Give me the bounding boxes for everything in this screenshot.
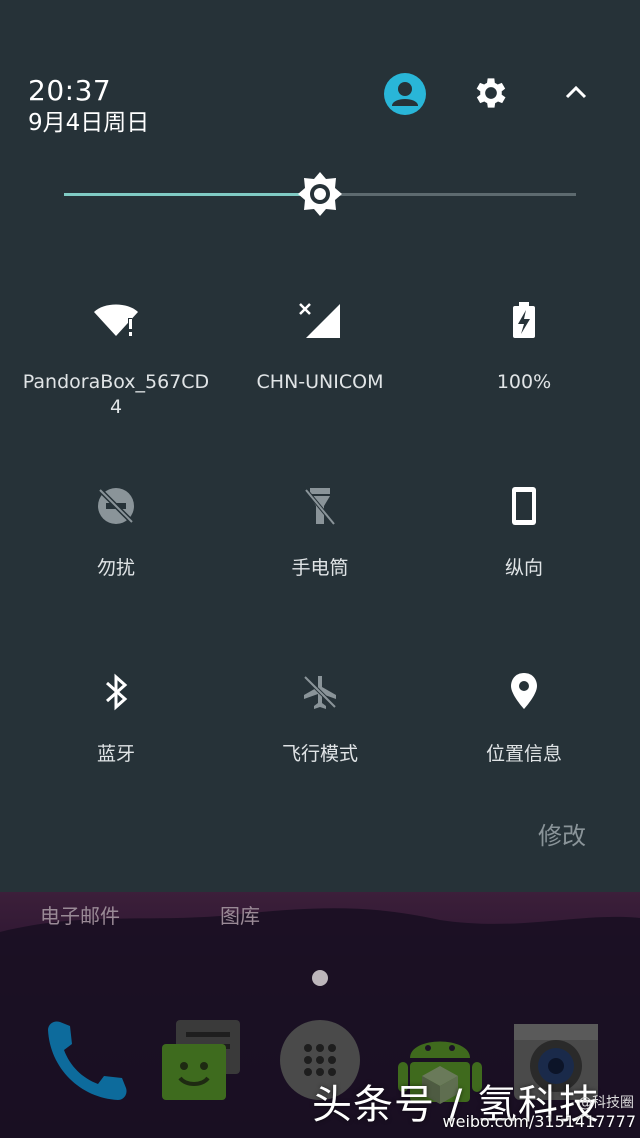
slider-fill: [64, 193, 320, 196]
do-not-disturb-off-icon: [92, 482, 140, 530]
brightness-icon[interactable]: [296, 170, 344, 218]
tile-battery[interactable]: 100%: [422, 296, 626, 456]
phone-icon[interactable]: [40, 1014, 130, 1110]
tile-label: 位置信息: [485, 743, 562, 765]
tile-location[interactable]: 位置信息: [422, 668, 626, 828]
tile-orientation[interactable]: 纵向: [422, 482, 626, 642]
tile-label: 100%: [496, 371, 552, 393]
location-icon: [500, 668, 548, 716]
tile-wifi[interactable]: PandoraBox_567CD4: [14, 296, 218, 456]
clock-date: 9月4日周日: [28, 110, 150, 136]
user-icon[interactable]: [383, 72, 427, 116]
quick-settings-panel: 20:37 9月4日周日 PandoraBox_567CD4 CHN-UNICO…: [0, 0, 640, 892]
battery-charging-icon: [500, 296, 548, 344]
tile-label: 飞行模式: [281, 743, 358, 765]
edit-button[interactable]: 修改: [538, 816, 586, 851]
cellular-signal-icon: [296, 296, 344, 344]
tile-label: 手电筒: [291, 557, 349, 579]
tile-cellular[interactable]: CHN-UNICOM: [218, 296, 422, 456]
page-indicator: [312, 970, 328, 986]
tile-airplane-mode[interactable]: 飞行模式: [218, 668, 422, 828]
shortcut-label-email[interactable]: 电子邮件: [40, 900, 120, 929]
android-screen: 20:37 9月4日周日 PandoraBox_567CD4 CHN-UNICO…: [0, 0, 640, 1138]
brightness-slider[interactable]: [64, 160, 576, 230]
portrait-orientation-icon: [500, 482, 548, 530]
messaging-icon[interactable]: [152, 1014, 242, 1110]
tile-label: 蓝牙: [96, 743, 135, 765]
tile-label: 纵向: [504, 557, 543, 579]
tile-label: 勿扰: [96, 557, 135, 579]
watermark-handle: @科技圈: [578, 1095, 634, 1111]
tile-bluetooth[interactable]: 蓝牙: [14, 668, 218, 828]
tile-label: PandoraBox_567CD4: [22, 371, 210, 418]
gear-icon[interactable]: [470, 72, 512, 114]
chevron-up-icon[interactable]: [562, 80, 590, 104]
home-screen: 电子邮件 图库 头条号 / 氢科技 @科技圈 weibo.com/3151417…: [0, 892, 640, 1138]
tile-do-not-disturb[interactable]: 勿扰: [14, 482, 218, 642]
airplane-mode-icon: [296, 668, 344, 716]
watermark-url: weibo.com/3151417777: [442, 1112, 636, 1131]
bluetooth-icon: [92, 668, 140, 716]
shortcut-label-gallery[interactable]: 图库: [220, 900, 260, 929]
wifi-icon: [92, 296, 140, 344]
tile-label: CHN-UNICOM: [256, 371, 384, 393]
tile-flashlight[interactable]: 手电筒: [218, 482, 422, 642]
flashlight-off-icon: [296, 482, 344, 530]
